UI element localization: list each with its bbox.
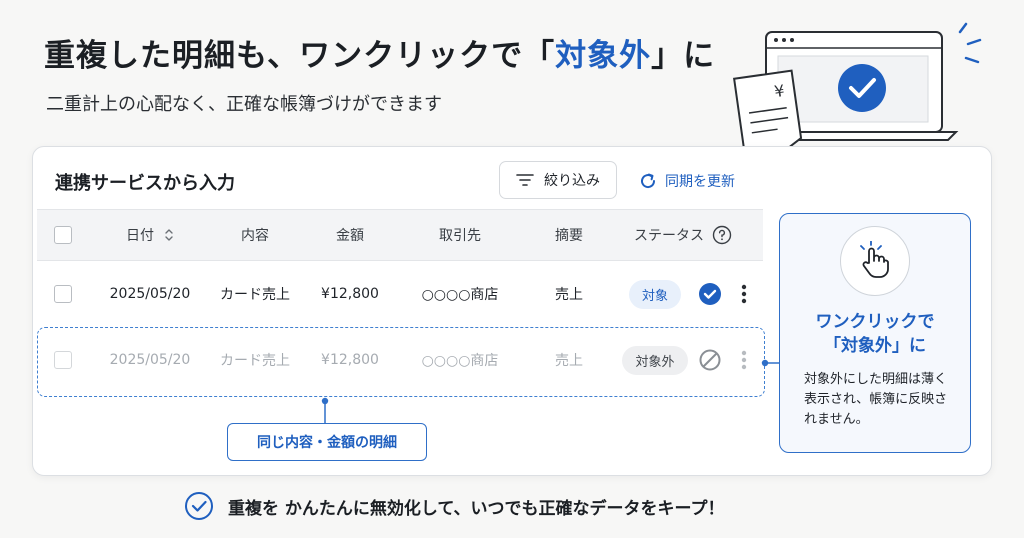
check-circle-icon [838, 64, 886, 112]
table-row[interactable]: 2025/05/20 カード売上 ¥12,800 ○○○○商店 売上 対象 [37, 261, 763, 327]
hero-title-accent: 対象外 [555, 38, 652, 74]
header-date[interactable]: 日付 [95, 210, 205, 260]
check-circle-icon[interactable] [695, 261, 725, 327]
header-amount: 金額 [336, 228, 364, 244]
row-memo: 売上 [555, 287, 583, 303]
bank-feed-card: 連携サービスから入力 絞り込み 同期を更新 日付 内容 金額 取引先 摘要 ステ… [32, 146, 992, 476]
status-badge[interactable]: 対象 [628, 279, 681, 309]
header-desc: 内容 [241, 228, 269, 244]
filter-icon [516, 174, 534, 186]
hand-pointer-icon [840, 226, 910, 296]
one-click-exclude-panel: ワンクリックで 「対象外」に 対象外にした明細は薄く表示され、帳簿に反映されませ… [779, 213, 971, 453]
hero-title-before: 重複した明細も、ワンクリックで「 [44, 38, 556, 74]
refresh-icon [641, 173, 656, 189]
row-amount: ¥12,800 [321, 286, 379, 302]
receipt-icon: ¥ [733, 69, 803, 150]
row-partner: ○○○○商店 [421, 287, 499, 303]
refresh-sync-link[interactable]: 同期を更新 [639, 169, 735, 193]
row-desc: カード売上 [220, 287, 290, 303]
header-status: ステータス [623, 210, 743, 260]
select-all-checkbox[interactable] [54, 226, 72, 244]
help-icon[interactable] [712, 225, 732, 245]
sparkle-icon [958, 22, 982, 64]
hero-subtitle: 二重計上の心配なく、正確な帳簿づけができます [46, 94, 442, 115]
laptop-receipt-illustration: ¥ [733, 22, 982, 150]
filter-label: 絞り込み [544, 173, 600, 189]
header-memo: 摘要 [555, 228, 583, 244]
check-outline-icon [185, 492, 213, 520]
footer-message: 重複を かんたんに無効化して、いつでも正確なデータをキープ！ [184, 490, 725, 522]
side-panel-description: 対象外にした明細は薄く表示され、帳簿に反映されません。 [804, 372, 948, 427]
row-checkbox[interactable] [54, 285, 72, 303]
hero-title-after: 」に [651, 38, 716, 74]
duplicate-label: 同じ内容・金額の明細 [227, 423, 427, 461]
duplicate-highlight [37, 327, 765, 397]
card-title: 連携サービスから入力 [55, 173, 235, 194]
refresh-label: 同期を更新 [665, 174, 735, 190]
table-header: 日付 内容 金額 取引先 摘要 ステータス [37, 209, 763, 261]
panel-connector [761, 359, 781, 367]
label-connector [321, 397, 329, 425]
more-icon[interactable] [729, 261, 759, 327]
side-panel-title: ワンクリックで 「対象外」に [815, 312, 935, 356]
footer-text: 重複を かんたんに無効化して、いつでも正確なデータをキープ！ [228, 498, 725, 519]
row-date: 2025/05/20 [109, 286, 191, 302]
hero-title: 重複した明細も、ワンクリックで「対象外」に [44, 30, 715, 75]
header-partner: 取引先 [439, 228, 481, 244]
sort-icon[interactable] [164, 228, 174, 242]
filter-button[interactable]: 絞り込み [499, 161, 617, 199]
